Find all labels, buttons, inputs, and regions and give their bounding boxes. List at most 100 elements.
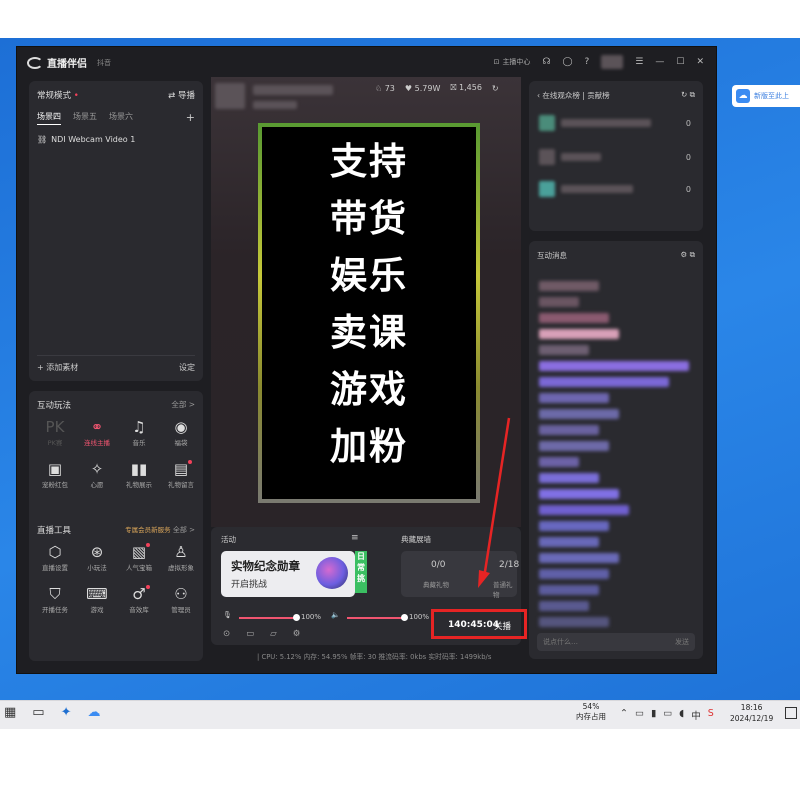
close-icon[interactable]: ✕ — [696, 57, 704, 67]
activity-tag[interactable]: 日常挑 — [355, 551, 367, 593]
director-label: 导播 — [177, 91, 195, 101]
speaker-icon[interactable]: 🔈 — [331, 611, 340, 619]
chat-send-button[interactable]: 发送 — [675, 633, 689, 651]
chat-message — [539, 457, 579, 467]
tool-button[interactable]: ♂ 音效库 — [119, 584, 159, 614]
microphone-icon[interactable]: 🎙 — [223, 611, 232, 619]
tool-button[interactable]: PK PK赛 — [35, 417, 75, 447]
scene-panel: 常规模式 • ⇄ 导播 场景四 场景五 场景六 + ⛓ NDI Webcam V… — [29, 81, 203, 381]
tool-button[interactable]: ⚭ 连线主播 — [77, 417, 117, 447]
tab-scene-5[interactable]: 场景五 — [73, 111, 97, 125]
activity-title: 活动 — [221, 535, 236, 544]
activity-card[interactable]: 实物纪念勋章 开启挑战 — [221, 551, 355, 597]
chat-message — [539, 521, 609, 531]
refresh-icon[interactable]: ↻ — [492, 84, 499, 93]
tool-label: 福袋 — [174, 439, 188, 447]
ime-indicator[interactable]: 中 — [691, 708, 701, 722]
live-tools-title: 直播工具 — [37, 526, 72, 536]
tool-button[interactable]: ▧ 人气宝箱 — [119, 542, 159, 572]
support-icon[interactable]: ☊ — [542, 57, 550, 67]
tool-button[interactable]: ▤ 礼物留言 — [161, 459, 201, 489]
game-icon[interactable]: ▭ — [32, 705, 44, 720]
vip-link[interactable]: 专属会员新服务 — [125, 526, 171, 534]
popout-icon[interactable]: ↻ ⧉ — [681, 90, 695, 101]
camera-icon[interactable]: ⊙ — [223, 629, 230, 639]
title-bar: 直播伴侣 抖音 ⊡ 主播中心 ☊ ◯ ? ☰ — ☐ ✕ — [17, 47, 716, 77]
end-live-button[interactable]: 关播 — [494, 620, 511, 632]
chat-input[interactable]: 说点什么… 发送 — [537, 633, 695, 651]
screen-icon[interactable]: ▭ — [246, 629, 254, 639]
memory-usage: 54% 内存占用 — [576, 702, 606, 722]
window-icon[interactable]: ▱ — [270, 629, 277, 639]
pin-app-icon[interactable]: ✦ — [61, 705, 72, 720]
side-app-widget[interactable]: ☁ 新版至此上 — [732, 85, 800, 107]
mic-volume-knob[interactable] — [293, 614, 300, 621]
stream-preview[interactable]: 支持 带货 娱乐 卖课 游戏 加粉 — [258, 123, 480, 503]
tab-scene-6[interactable]: 场景六 — [109, 111, 133, 125]
side-app-label: 新版至此上 — [754, 92, 789, 100]
tool-button[interactable]: ♙ 虚拟形象 — [161, 542, 201, 572]
tool-button[interactable]: ✧ 心愿 — [77, 459, 117, 489]
live-tools-all-link[interactable]: 全部 > — [173, 526, 195, 534]
creator-center-button[interactable]: ⊡ 主播中心 — [494, 57, 531, 67]
activity-card-title: 实物纪念勋章 — [231, 559, 300, 573]
tool-button[interactable]: ⛉ 开播任务 — [35, 584, 75, 614]
chat-message — [539, 361, 689, 371]
tool-button[interactable]: ♫ 音乐 — [119, 417, 159, 447]
source-item[interactable]: ⛓ NDI Webcam Video 1 — [37, 135, 135, 144]
stat-bar: ♘ 73 ♥ 5.79W ⛝ 1,456 ↻ — [375, 83, 499, 93]
clock[interactable]: 18:16 2024/12/19 — [730, 702, 773, 724]
help-icon[interactable]: ? — [585, 57, 590, 67]
cloud-app-icon[interactable]: ☁ — [88, 705, 101, 720]
volume-tray-icon[interactable]: ◖ — [679, 708, 684, 722]
chevron-up-icon[interactable]: ⌃ — [620, 708, 628, 722]
menu-icon[interactable]: ☰ — [635, 57, 643, 67]
notification-icon[interactable] — [785, 707, 797, 719]
tool-button[interactable]: ⊛ 小玩法 — [77, 542, 117, 572]
maximize-icon[interactable]: ☐ — [676, 57, 684, 67]
network-tray-icon[interactable]: ▭ — [663, 708, 672, 722]
speaker-volume-knob[interactable] — [401, 614, 408, 621]
add-material-button[interactable]: + 添加素材 — [37, 362, 78, 373]
cloud-icon: ☁ — [736, 89, 750, 103]
settings-icon[interactable]: ⚙ — [293, 629, 301, 639]
tool-button[interactable]: ◉ 福袋 — [161, 417, 201, 447]
scene-settings-button[interactable]: 设定 — [179, 362, 195, 373]
chat-settings-icon[interactable]: ⚙ ⧉ — [681, 250, 695, 261]
tool-button[interactable]: ⌨ 游戏 — [77, 584, 117, 614]
tool-button[interactable]: ▮▮ 礼物展示 — [119, 459, 159, 489]
mic-volume-slider[interactable] — [239, 614, 300, 621]
display-icon[interactable]: ▭ — [635, 708, 644, 722]
viewer-row[interactable]: 0 — [539, 115, 691, 131]
tool-icon: ▣ — [47, 460, 63, 478]
mic-volume-value: 100% — [301, 613, 322, 621]
tab-online-viewers[interactable]: 在线观众榜 — [542, 91, 580, 100]
director-switch[interactable]: ⇄ 导播 — [168, 89, 195, 101]
minimize-icon[interactable]: — — [655, 57, 664, 67]
tool-label: 心愿 — [90, 481, 104, 489]
tab-contribution[interactable]: 贡献榜 — [587, 91, 610, 100]
tool-label: 虚拟形象 — [168, 564, 194, 572]
viewer-row[interactable]: 0 — [539, 181, 691, 197]
tool-button[interactable]: ⬡ 直播设置 — [35, 542, 75, 572]
activity-menu-icon[interactable]: ≡ — [351, 533, 359, 543]
app-tray-icon[interactable]: S — [708, 708, 714, 722]
chat-message — [539, 553, 619, 563]
chat-message — [539, 537, 599, 547]
tool-button[interactable]: ⚇ 管理员 — [161, 584, 201, 614]
viewer-row[interactable]: 0 — [539, 149, 691, 165]
tab-scene-4[interactable]: 场景四 — [37, 111, 61, 125]
start-icon[interactable]: ▦ — [4, 705, 16, 720]
mic-tray-icon[interactable]: ▮ — [651, 708, 656, 722]
tool-icon: ♫ — [132, 418, 146, 436]
gift-value-2: 2/18 — [499, 560, 520, 570]
interactive-all-link[interactable]: 全部 > — [171, 399, 195, 411]
gift-wall[interactable]: 0/0 典藏礼物 2/18 普通礼物 — [401, 551, 520, 599]
tool-label: 游戏 — [90, 606, 104, 614]
tool-button[interactable]: ▣ 宠粉红包 — [35, 459, 75, 489]
avatar[interactable] — [601, 55, 624, 69]
mode-select[interactable]: 常规模式 • — [37, 89, 79, 101]
add-scene-button[interactable]: + — [186, 111, 195, 125]
speaker-volume-slider[interactable] — [347, 614, 408, 621]
message-icon[interactable]: ◯ — [562, 57, 572, 67]
